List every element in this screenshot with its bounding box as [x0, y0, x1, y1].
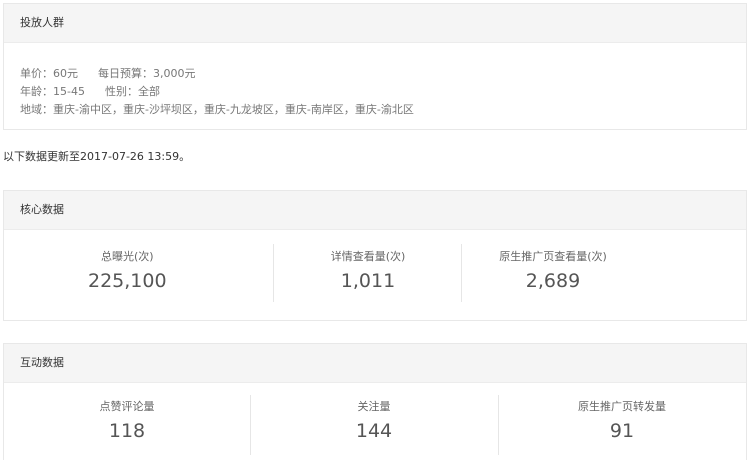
unit-price-text: 单价：60元 — [20, 67, 78, 80]
metric-value: 91 — [498, 419, 746, 443]
metric-divider — [250, 395, 251, 455]
price-budget-line: 单价：60元 每日预算：3,000元 — [20, 65, 746, 83]
metric-value: 118 — [4, 419, 250, 443]
data-update-note: 以下数据更新至2017-07-26 13:59。 — [3, 148, 190, 164]
core-data-card: 核心数据 总曝光(次) 225,100 详情查看量(次) 1,011 原生推广页… — [3, 190, 747, 321]
metric-label: 详情查看量(次) — [274, 250, 462, 264]
core-data-title: 核心数据 — [4, 191, 746, 230]
audience-card-title: 投放人群 — [4, 4, 746, 43]
core-metrics-row: 总曝光(次) 225,100 详情查看量(次) 1,011 原生推广页查看量(次… — [4, 230, 746, 322]
age-gender-line: 年龄：15-45 性别：全部 — [20, 83, 746, 101]
region-text: 地域：重庆-渝中区，重庆-沙坪坝区，重庆-九龙坡区，重庆-南岸区，重庆-渝北区 — [20, 103, 414, 116]
daily-budget-text: 每日预算：3,000元 — [98, 67, 196, 80]
campaign-report-page: 投放人群 单价：60元 每日预算：3,000元 年龄：15-45 性别：全部 地域：… — [0, 0, 750, 460]
metric-value: 225,100 — [88, 269, 167, 293]
metric-value: 2,689 — [462, 269, 644, 293]
detail-views-metric: 详情查看量(次) 1,011 — [274, 230, 462, 322]
audience-details: 单价：60元 每日预算：3,000元 年龄：15-45 性别：全部 地域：重庆-渝中… — [4, 43, 746, 119]
interaction-data-card: 互动数据 点赞评论量 118 关注量 144 原生推广页转发量 91 — [3, 343, 747, 460]
gender-text: 性别：全部 — [105, 85, 160, 98]
total-impressions-metric: 总曝光(次) 225,100 — [4, 230, 274, 322]
region-line: 地域：重庆-渝中区，重庆-沙坪坝区，重庆-九龙坡区，重庆-南岸区，重庆-渝北区 — [20, 101, 746, 119]
metric-label: 原生推广页转发量 — [498, 400, 746, 414]
metric-label: 点赞评论量 — [4, 400, 250, 414]
age-text: 年龄：15-45 — [20, 85, 85, 98]
native-page-views-metric: 原生推广页查看量(次) 2,689 — [462, 230, 644, 322]
follows-metric: 关注量 144 — [250, 383, 498, 460]
audience-card: 投放人群 单价：60元 每日预算：3,000元 年龄：15-45 性别：全部 地域：… — [3, 3, 747, 130]
metric-value: 144 — [250, 419, 498, 443]
metric-label: 总曝光(次) — [88, 250, 167, 264]
metric-value: 1,011 — [274, 269, 462, 293]
interaction-data-title: 互动数据 — [4, 344, 746, 383]
metric-divider — [461, 244, 462, 302]
native-page-shares-metric: 原生推广页转发量 91 — [498, 383, 746, 460]
metric-label: 关注量 — [250, 400, 498, 414]
interaction-metrics-row: 点赞评论量 118 关注量 144 原生推广页转发量 91 — [4, 383, 746, 460]
likes-comments-metric: 点赞评论量 118 — [4, 383, 250, 460]
metric-label: 原生推广页查看量(次) — [462, 250, 644, 264]
metric-divider — [273, 244, 274, 302]
metric-divider — [498, 395, 499, 455]
